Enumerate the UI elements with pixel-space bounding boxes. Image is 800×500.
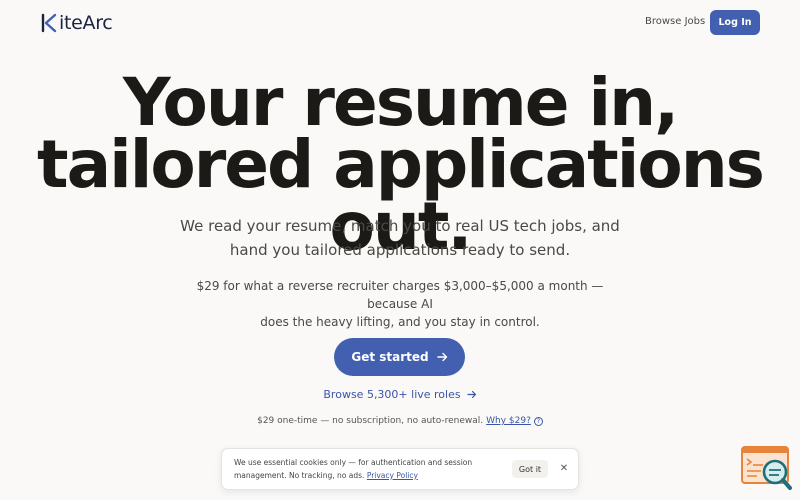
browse-live-roles-label: Browse 5,300+ live roles — [323, 388, 461, 401]
search-feedback-widget[interactable] — [741, 445, 793, 491]
cookie-accept-button[interactable]: Got it — [512, 460, 548, 478]
arrow-right-icon — [436, 352, 447, 362]
browse-live-roles-link[interactable]: Browse 5,300+ live roles — [250, 388, 550, 401]
pricing-note: $29 one-time — no subscription, no auto-… — [200, 416, 600, 426]
subtitle-line-2: hand you tailored applications ready to … — [229, 241, 571, 259]
kite-k-logo-icon — [41, 13, 57, 33]
cookie-line-2: management. No tracking, no ads. Privacy… — [234, 470, 484, 483]
pricing-line-1: $29 for what a reverse recruiter charges… — [196, 279, 604, 311]
question-circle-icon[interactable]: ? — [533, 416, 543, 426]
site-header: iteArc Browse Jobs Log In — [0, 0, 800, 46]
logo-text: iteArc — [59, 12, 113, 34]
pricing-line-2: does the heavy lifting, and you stay in … — [260, 315, 540, 329]
hero-subtitle: We read your resume, match you to real U… — [150, 214, 650, 262]
get-started-label: Get started — [351, 350, 429, 364]
pricing-note-text: $29 one-time — no subscription, no auto-… — [257, 416, 484, 426]
logo-link[interactable]: iteArc — [40, 12, 113, 34]
headline-line-1: Your resume in, — [122, 64, 679, 141]
cookie-line-2-text: management. No tracking, no ads. — [234, 470, 365, 480]
pricing-description: $29 for what a reverse recruiter charges… — [170, 277, 630, 331]
get-started-button[interactable]: Get started — [334, 338, 465, 376]
privacy-policy-link[interactable]: Privacy Policy — [367, 471, 418, 480]
cookie-message: We use essential cookies only — for auth… — [234, 457, 484, 482]
cookie-line-1: We use essential cookies only — for auth… — [234, 458, 473, 467]
arrow-right-icon — [467, 390, 476, 399]
nav-browse-jobs-link[interactable]: Browse Jobs — [645, 16, 705, 27]
close-icon[interactable]: ✕ — [557, 461, 571, 475]
login-button[interactable]: Log In — [710, 10, 760, 35]
cookie-banner: We use essential cookies only — for auth… — [221, 448, 579, 490]
why-29-link[interactable]: Why $29? — [486, 416, 531, 426]
subtitle-line-1: We read your resume, match you to real U… — [180, 217, 620, 235]
search-feedback-widget-icon — [741, 446, 792, 490]
